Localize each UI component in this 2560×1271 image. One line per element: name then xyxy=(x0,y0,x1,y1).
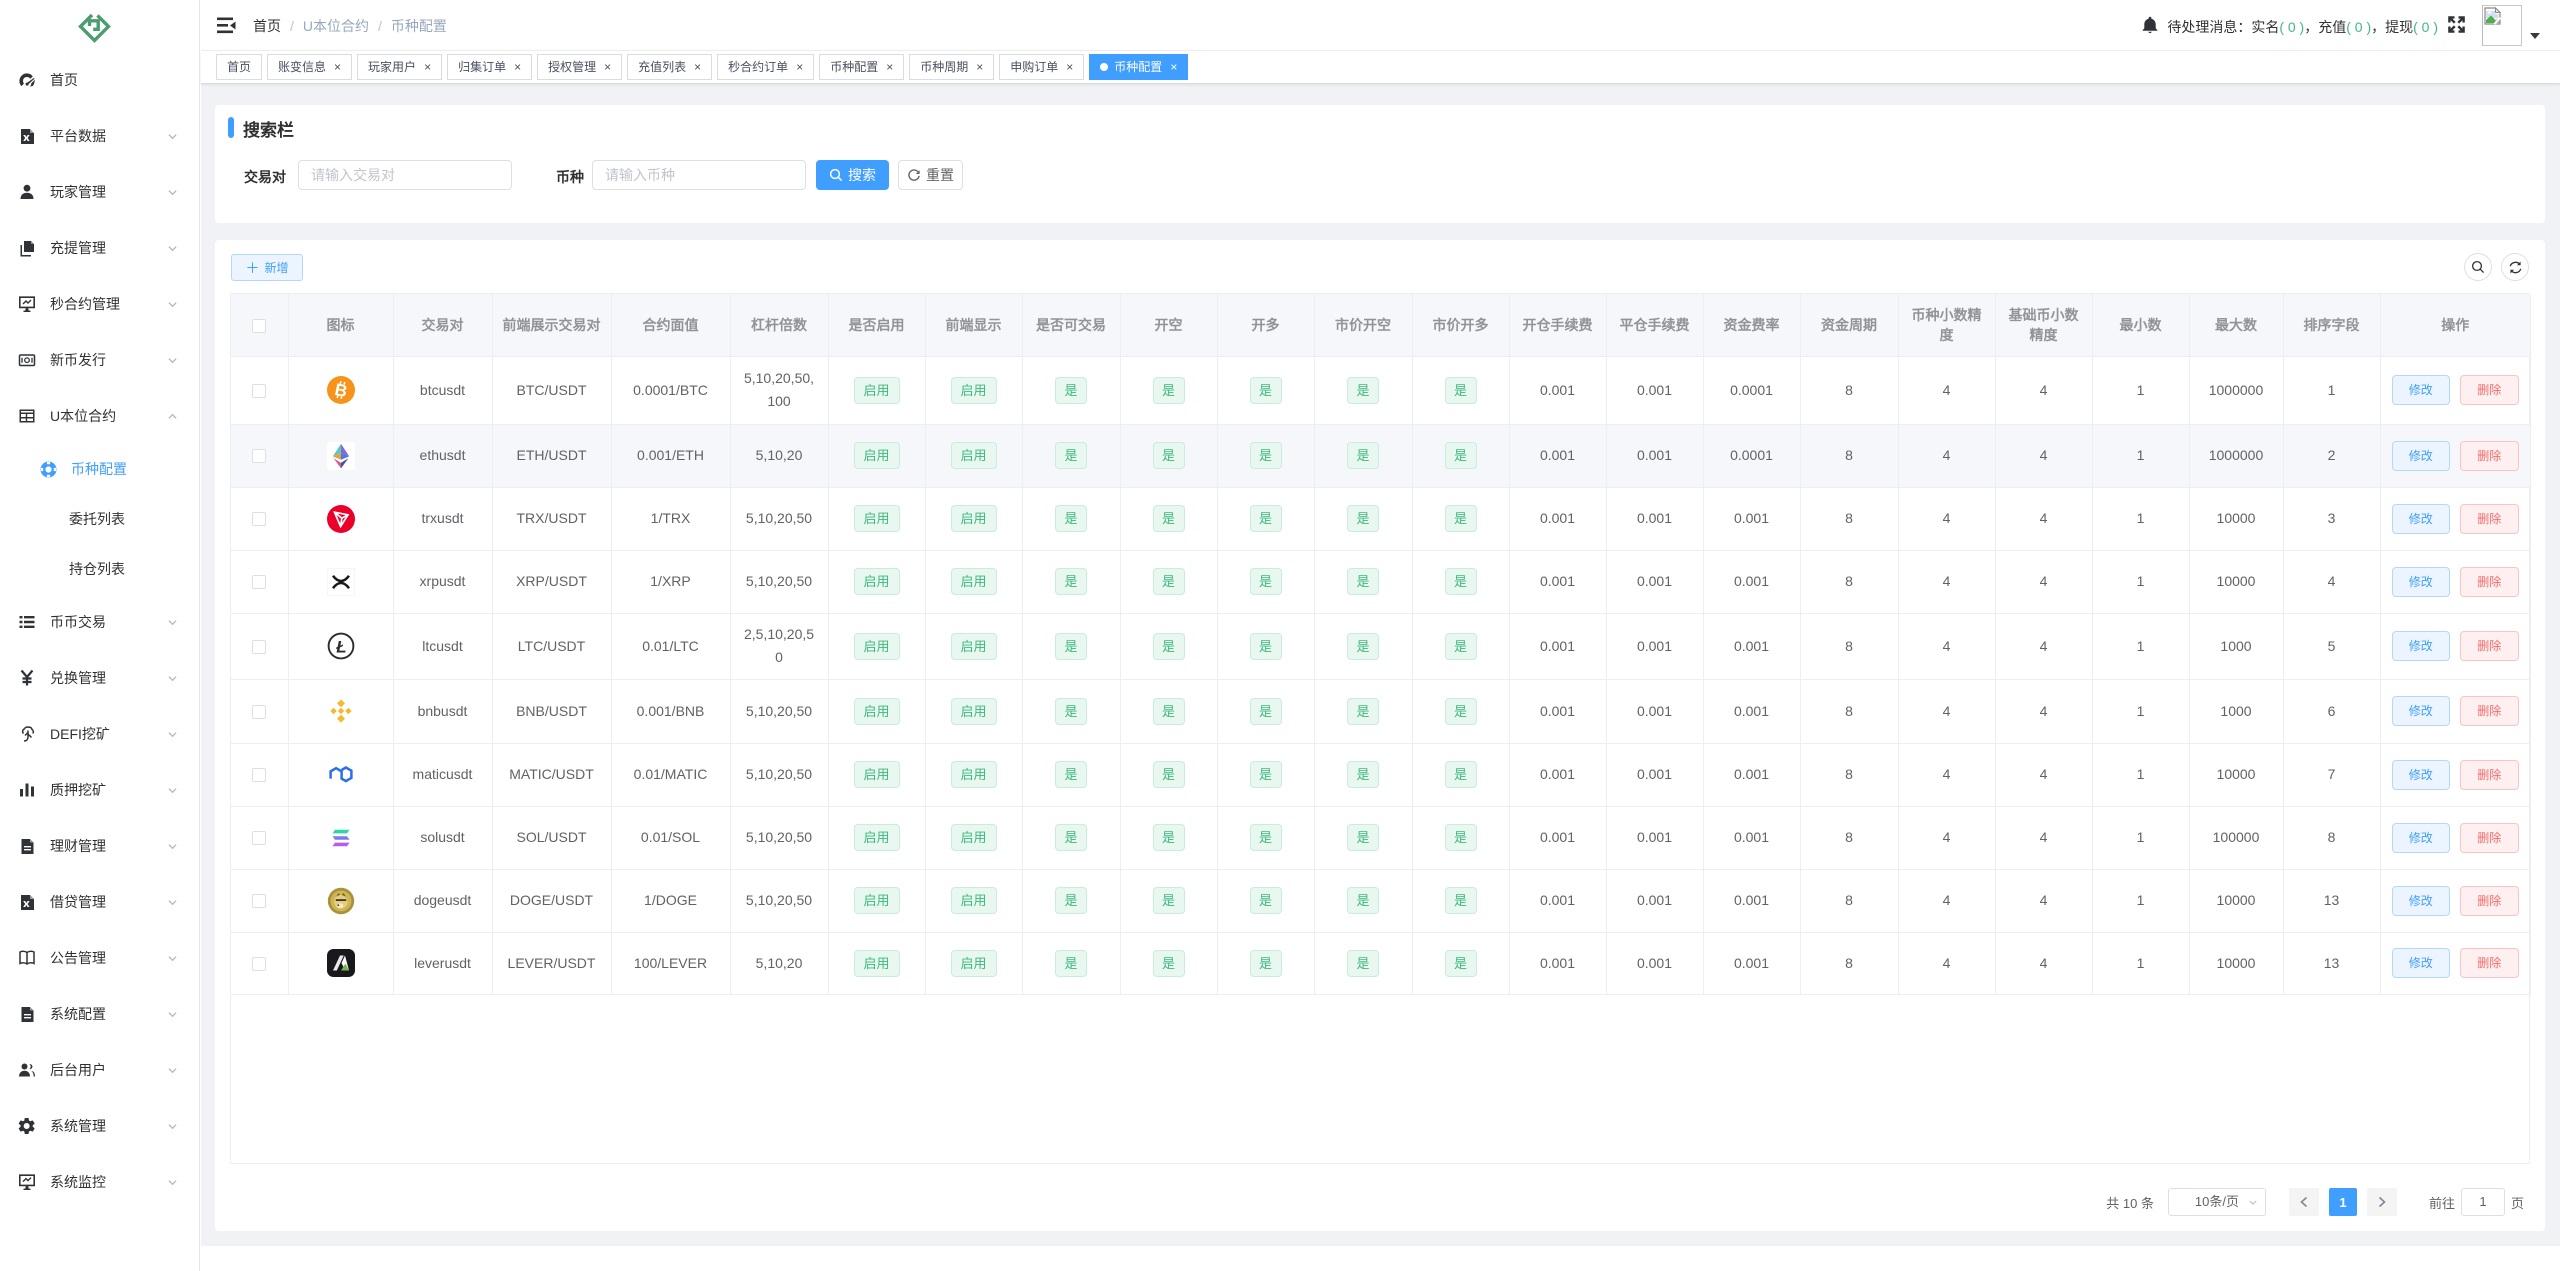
svg-text:Ł: Ł xyxy=(335,638,346,657)
